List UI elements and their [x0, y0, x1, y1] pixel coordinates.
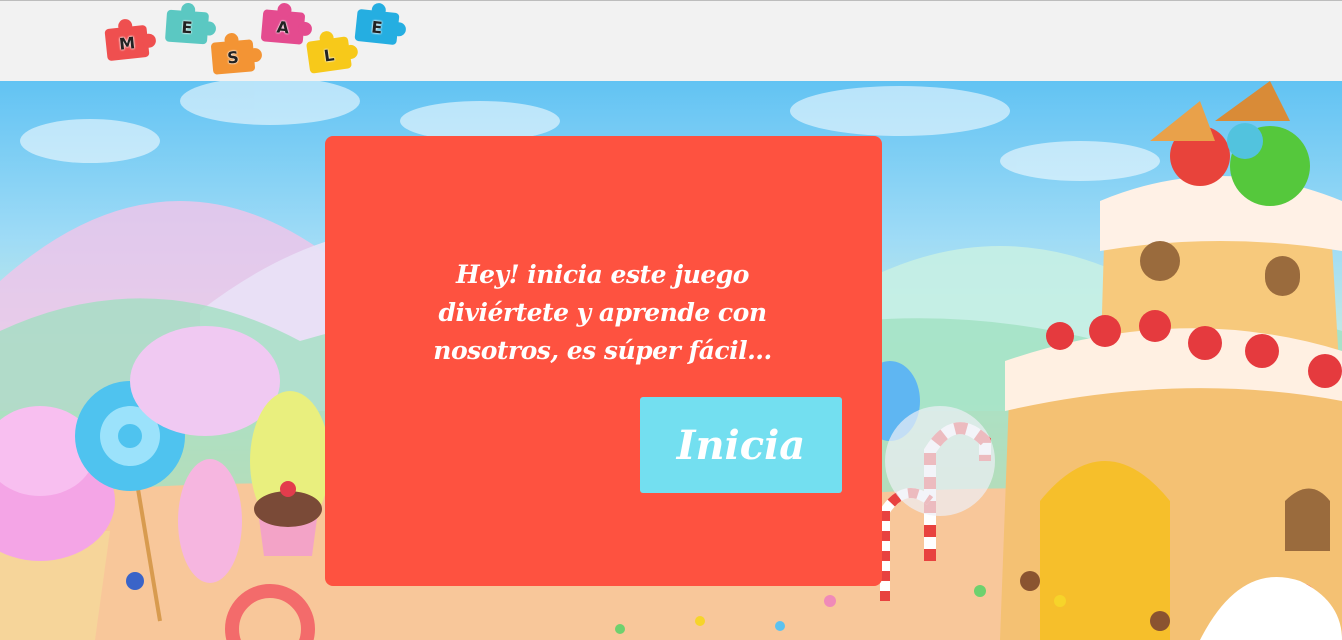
mesale-logo[interactable]: M E S A L E — [104, 1, 416, 82]
logo-piece-s: S — [210, 39, 256, 75]
start-button[interactable]: Inicia — [640, 397, 842, 493]
header-bar: M E S A L E — [0, 0, 1342, 81]
logo-piece-e: E — [164, 9, 210, 45]
welcome-message: Hey! inicia este juego diviértete y apre… — [433, 260, 772, 365]
logo-piece-a: A — [260, 9, 306, 45]
logo-piece-m: M — [104, 24, 150, 62]
welcome-modal: Hey! inicia este juego diviértete y apre… — [325, 136, 882, 586]
logo-piece-e2: E — [354, 8, 400, 46]
logo-piece-l: L — [305, 36, 353, 74]
